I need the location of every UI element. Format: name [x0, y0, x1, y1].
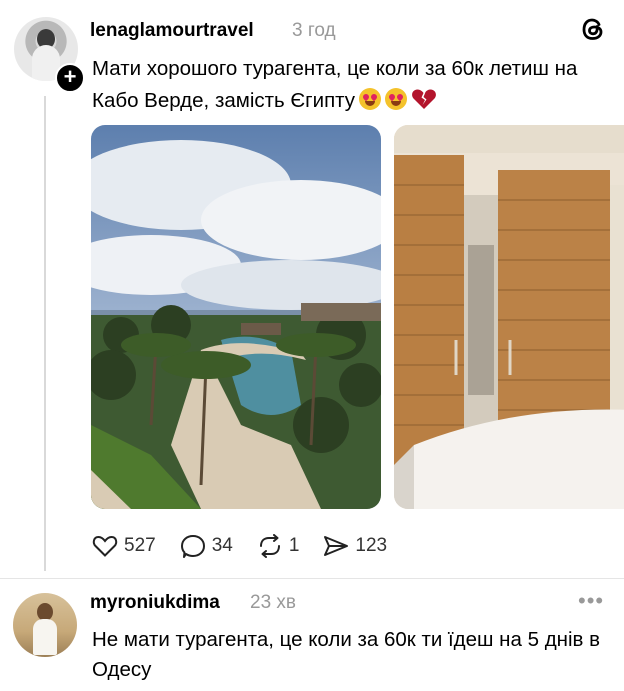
repost-count: 1 — [288, 535, 300, 556]
threads-logo-icon[interactable] — [578, 14, 608, 44]
post-text-content: Мати хорошого турагента, це коли за 60к … — [92, 57, 578, 112]
repost-button[interactable]: 1 — [257, 534, 300, 558]
post-actions: 527 34 1 123 — [92, 531, 411, 561]
reply-timestamp: 23 хв — [250, 592, 297, 613]
like-count: 527 — [124, 535, 156, 556]
comment-count: 34 — [211, 535, 233, 556]
share-count: 123 — [355, 535, 388, 556]
post-username[interactable]: lenaglamourtravel — [90, 20, 254, 42]
broken-heart-emoji-icon — [412, 89, 436, 109]
share-button[interactable]: 123 — [323, 534, 387, 558]
post-timestamp: 3 год — [292, 20, 336, 41]
divider — [0, 578, 624, 579]
resort-photo[interactable] — [91, 125, 381, 509]
comment-button[interactable]: 34 — [180, 534, 233, 558]
repost-icon — [259, 534, 280, 558]
reply-username[interactable]: myroniukdima — [90, 592, 220, 614]
reply-author-avatar[interactable] — [13, 593, 77, 657]
follow-plus-button[interactable]: + — [55, 63, 85, 93]
reply-text: Не мати турагента, це коли за 60к ти їде… — [92, 628, 601, 681]
like-button[interactable]: 527 — [92, 534, 156, 558]
heart-eyes-emoji-icon — [359, 88, 382, 110]
comment-icon — [180, 535, 205, 558]
thread-line — [44, 96, 46, 571]
post-text: Мати хорошого турагента, це коли за 60к … — [92, 53, 612, 117]
heart-eyes-emoji-icon — [385, 88, 408, 110]
hotel-room-photo[interactable] — [394, 125, 624, 509]
send-icon — [324, 536, 349, 556]
more-options-icon[interactable]: ••• — [578, 588, 604, 614]
heart-icon — [92, 535, 118, 557]
